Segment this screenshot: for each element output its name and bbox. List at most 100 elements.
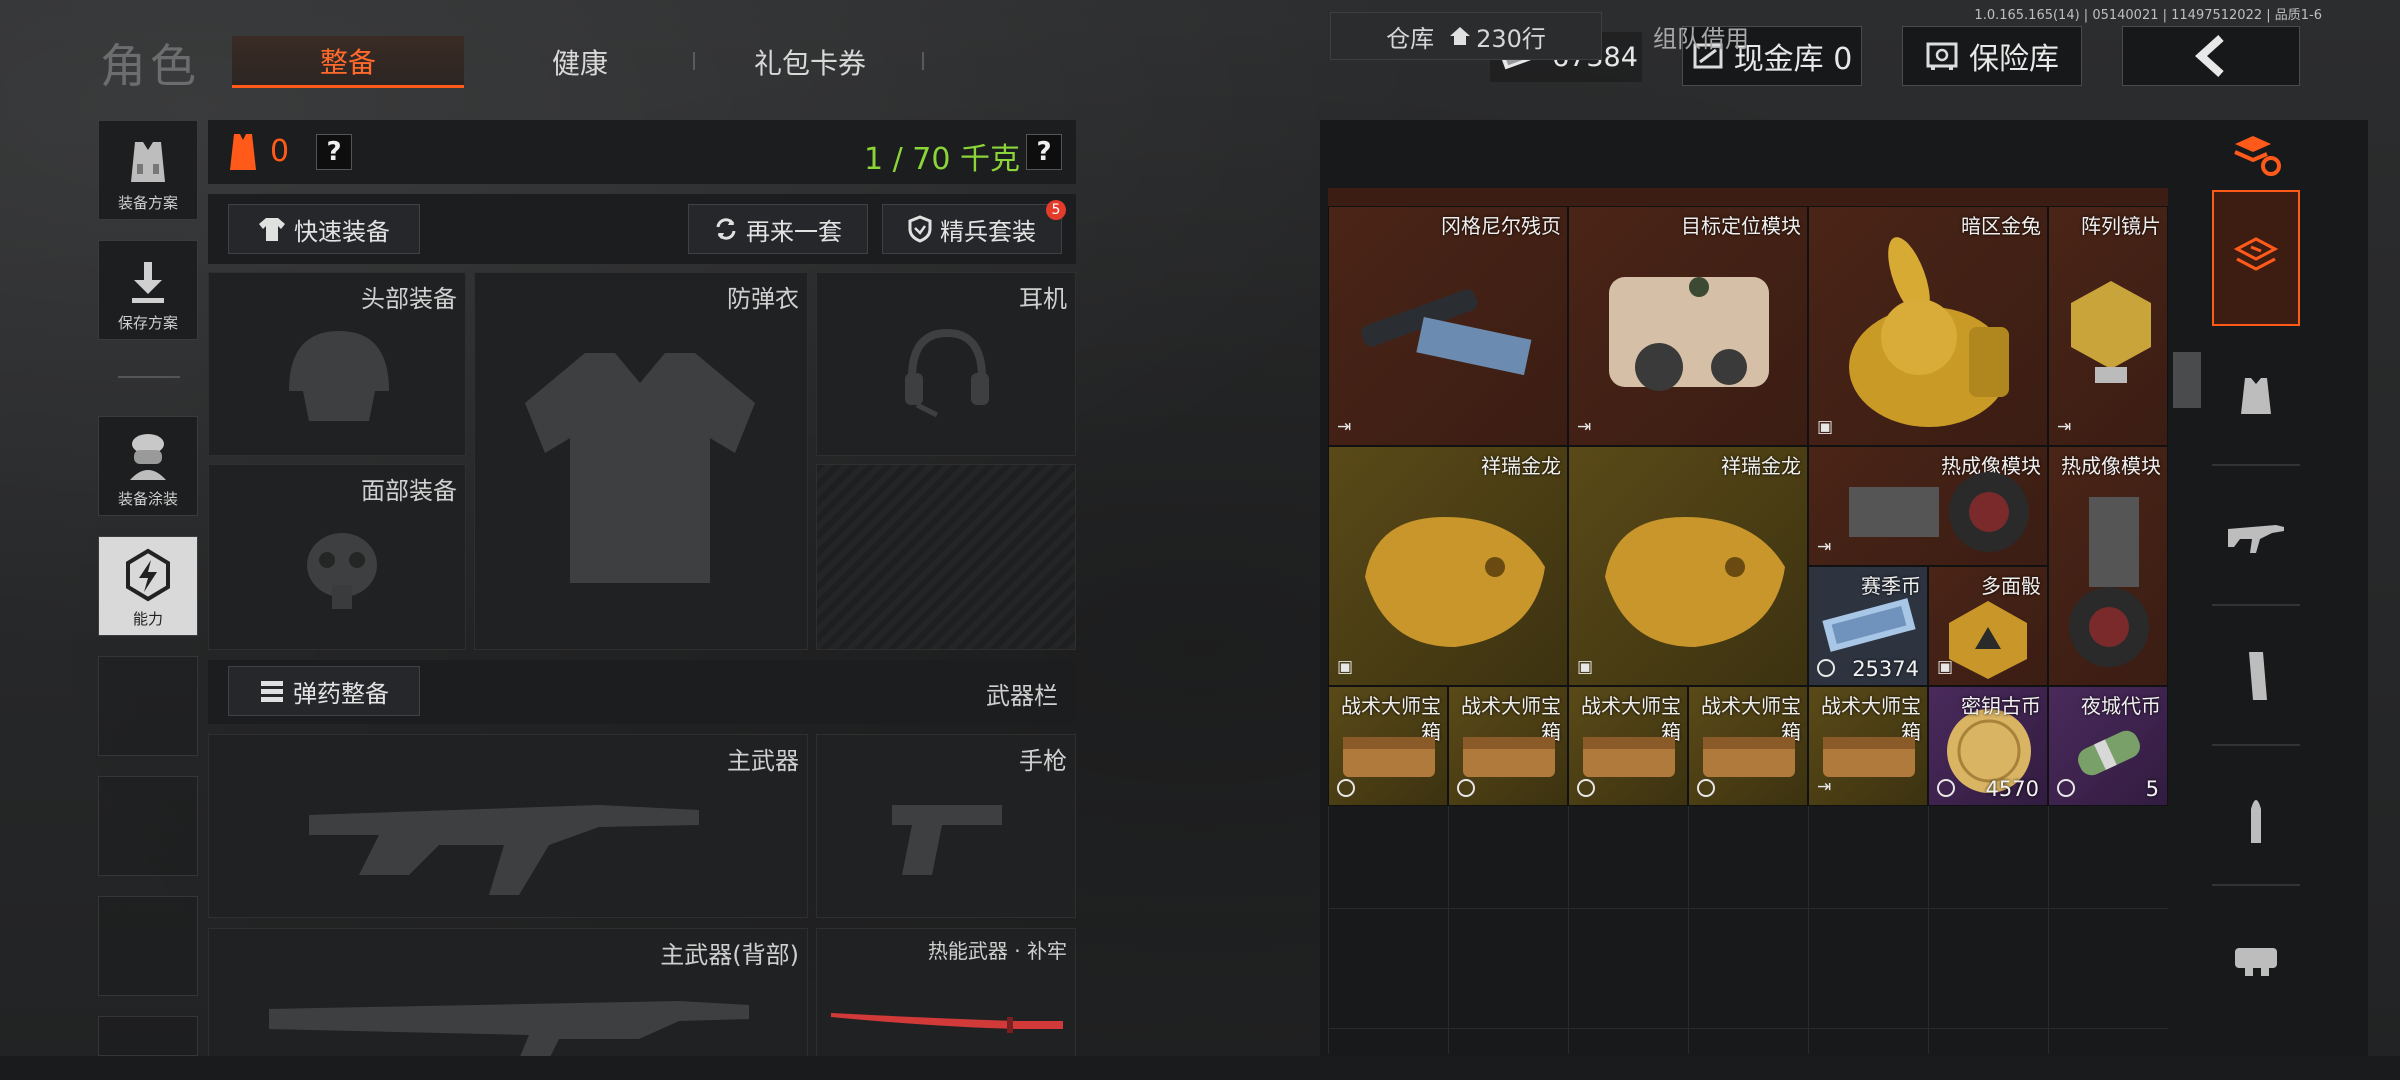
soldier-icon (130, 434, 166, 480)
category-weapons[interactable] (2212, 470, 2300, 606)
elite-set-button[interactable]: 精兵套装 (882, 204, 1062, 254)
scope-icon (2235, 948, 2277, 976)
item-thermal-module[interactable]: 热成像模块 (2048, 446, 2168, 686)
tab-warehouse[interactable]: 仓库 230行 (1330, 12, 1602, 60)
item-array-lens[interactable]: 阵列镜片 ⇥ (2048, 206, 2168, 446)
refresh-icon (716, 218, 736, 240)
slot-primary-back[interactable]: 主武器(背部) (208, 928, 808, 1059)
item-count: 4570 (1985, 777, 2039, 801)
clock-icon (1697, 779, 1715, 797)
safe-button[interactable]: 保险库 (1902, 26, 2082, 86)
box-icon: ▣ (1337, 657, 1354, 677)
item-golden-dragon[interactable]: 祥瑞金龙 ▣ (1328, 446, 1568, 686)
item-name: 密钥古币 (1961, 694, 2041, 718)
tab-gift-cards[interactable]: 礼包卡券 (700, 36, 920, 88)
item-master-chest[interactable]: 战术大师宝箱 (1328, 686, 1448, 806)
slot-pistol[interactable]: 手枪 (816, 734, 1076, 918)
item-name: 祥瑞金龙 (1481, 454, 1561, 478)
item-key-coin[interactable]: 密钥古币 4570 (1928, 686, 2048, 806)
side-divider (118, 376, 180, 378)
lens-icon (2071, 281, 2151, 383)
slot-label: 头部装备 (361, 285, 457, 313)
slot-primary-weapon[interactable]: 主武器 (208, 734, 808, 918)
item-season-coin[interactable]: 赛季币 25374 (1808, 566, 1928, 686)
download-icon (132, 262, 164, 303)
category-all[interactable] (2212, 190, 2300, 326)
shield-icon (908, 215, 932, 243)
item-master-chest[interactable]: 战术大师宝箱 (1688, 686, 1808, 806)
side-save-plan[interactable]: 保存方案 (98, 240, 198, 340)
armor-value: 0 (270, 134, 290, 169)
weight-help-icon[interactable]: ? (1026, 134, 1062, 170)
item-master-chest[interactable]: 战术大师宝箱 (1448, 686, 1568, 806)
side-item-label: 装备涂装 (117, 490, 178, 508)
item-name: 多面骰 (1981, 574, 2041, 598)
slot-label: 主武器(背部) (660, 941, 799, 969)
item-master-chest[interactable]: 战术大师宝箱 ⇥ (1808, 686, 1928, 806)
box-icon: ▣ (1577, 657, 1594, 677)
back-arrow-icon (2195, 35, 2224, 77)
dragon-head-icon (1365, 517, 1545, 647)
slot-head[interactable]: 头部装备 (208, 272, 466, 456)
tab-team-borrow[interactable]: 组队借用 (1606, 12, 1796, 60)
gold-rabbit-icon (1849, 237, 2009, 427)
slot-vest[interactable]: 防弹衣 (474, 272, 808, 650)
partial-row (1328, 188, 2168, 206)
side-ability[interactable]: 能力 (98, 536, 198, 636)
slot-label: 面部装备 (361, 477, 457, 505)
warehouse-label: 仓库 (1386, 24, 1435, 53)
item-name: 祥瑞金龙 (1721, 454, 1801, 478)
safe-label: 保险库 (1969, 42, 2059, 77)
side-item-label: 能力 (132, 610, 163, 628)
rifle-icon (2228, 525, 2284, 553)
item-master-chest[interactable]: 战术大师宝箱 (1568, 686, 1688, 806)
category-gear[interactable] (2212, 330, 2300, 466)
dice-icon (1949, 601, 2027, 679)
storage-scrollbar[interactable] (2173, 352, 2201, 408)
side-skin[interactable]: 装备涂装 (98, 416, 198, 516)
item-thermal-module[interactable]: 热成像模块 ⇥ (1808, 446, 2048, 566)
item-gold-rabbit[interactable]: 暗区金兔 ▣ (1808, 206, 2048, 446)
side-loadout-plan[interactable]: 装备方案 (98, 120, 198, 220)
category-attachments[interactable] (2212, 890, 2300, 1026)
armor-help-icon[interactable]: ? (316, 134, 352, 170)
clock-icon (1817, 659, 1835, 677)
item-name: 冈格尼尔残页 (1441, 214, 1561, 238)
slot-label: 耳机 (1019, 285, 1067, 313)
category-magazines[interactable] (2212, 610, 2300, 746)
slot-locked (816, 464, 1076, 650)
bullet-icon (2251, 800, 2261, 843)
gasmask-icon (307, 533, 377, 609)
quick-equip-label: 快速装备 (294, 217, 390, 246)
vest-icon (2241, 378, 2271, 414)
weapon-bar-label: 武器栏 (986, 682, 1058, 710)
back-button[interactable] (2122, 26, 2300, 86)
side-empty-slot (98, 1016, 198, 1056)
item-polyhedral-dice[interactable]: 多面骰 ▣ (1928, 566, 2048, 686)
slot-face[interactable]: 面部装备 (208, 464, 466, 650)
side-empty-slot (98, 656, 198, 756)
chest-icon (1583, 737, 1675, 777)
item-golden-dragon[interactable]: 祥瑞金龙 ▣ (1568, 446, 1808, 686)
category-ammo[interactable] (2212, 750, 2300, 886)
ammo-prep-button[interactable]: 弹药整备 (228, 666, 420, 716)
again-button[interactable]: 再来一套 (688, 204, 868, 254)
item-target-module[interactable]: 目标定位模块 ⇥ (1568, 206, 1808, 446)
category-sort-button[interactable] (2212, 120, 2300, 192)
shirt-icon (259, 218, 285, 241)
tab-equip[interactable]: 整备 (232, 36, 464, 88)
slot-headset[interactable]: 耳机 (816, 272, 1076, 456)
slot-melee[interactable]: 热能武器 · 补牢 (816, 928, 1076, 1058)
equip-status-bar: 0 ? 1 / 70 千克 ? (208, 120, 1076, 184)
warehouse-rows: 230行 (1476, 24, 1546, 53)
item-gungnir-page[interactable]: 冈格尼尔残页 ⇥ (1328, 206, 1568, 446)
item-night-city-token[interactable]: 夜城代币 5 (2048, 686, 2168, 806)
slot-label: 手枪 (1019, 747, 1067, 775)
tab-health[interactable]: 健康 (470, 36, 690, 88)
box-icon: ▣ (1817, 417, 1834, 437)
side-empty-slot (98, 776, 198, 876)
slot-label: 热能武器 · 补牢 (927, 939, 1067, 963)
chest-icon (1823, 737, 1915, 777)
quick-equip-button[interactable]: 快速装备 (228, 204, 420, 254)
tab-separator (922, 52, 924, 70)
